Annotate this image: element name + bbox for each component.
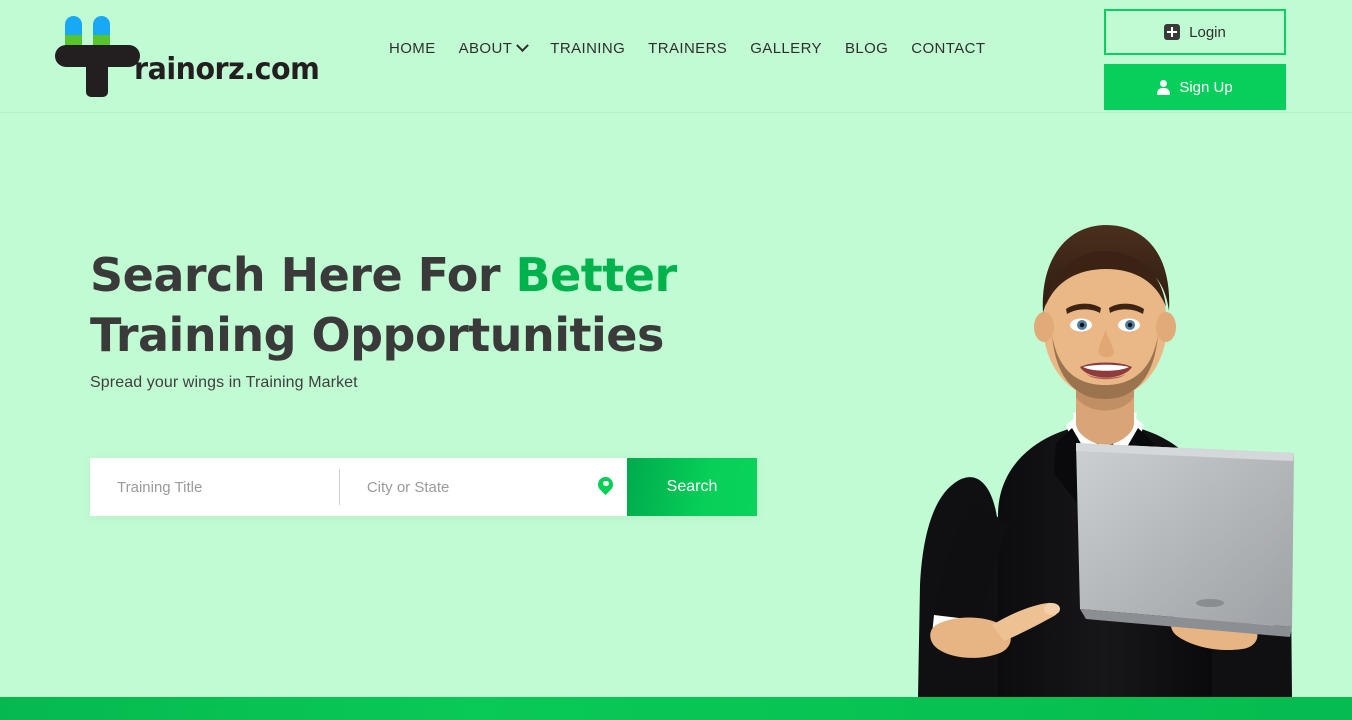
headline-line1-prefix: Search Here For [90, 248, 516, 302]
map-pin-icon [598, 477, 613, 498]
headline-accent-word: Better [515, 248, 678, 302]
search-bar: Search [90, 458, 757, 516]
nav-item-label: GALLERY [750, 40, 822, 57]
headline-line2: Training Opportunities [90, 308, 664, 362]
hero-image [880, 185, 1330, 697]
signup-button[interactable]: Sign Up [1104, 64, 1286, 110]
nav-item-label: HOME [389, 40, 436, 57]
nav-item-training[interactable]: TRAINING [550, 40, 648, 57]
user-icon [1157, 79, 1171, 95]
plug-stem-shape [86, 63, 108, 97]
plug-body-icon [55, 45, 140, 97]
training-title-field[interactable] [90, 458, 339, 516]
location-field[interactable] [339, 458, 585, 516]
nav-item-label: BLOG [844, 40, 889, 57]
main-navigation: HOME ABOUT TRAINING TRAINERS GALLERY BLO… [389, 39, 1008, 57]
nav-item-blog[interactable]: BLOG [845, 40, 911, 57]
nav-item-label: CONTACT [911, 40, 986, 57]
plus-square-icon [1164, 24, 1181, 40]
search-button-label: Search [666, 478, 718, 495]
logo-text: rainorz.com [134, 52, 320, 87]
nav-item-label: ABOUT [458, 40, 513, 57]
nav-item-gallery[interactable]: GALLERY [750, 40, 845, 57]
search-button[interactable]: Search [626, 458, 757, 516]
location-icon-wrap[interactable] [584, 458, 627, 516]
signup-button-label: Sign Up [1179, 78, 1233, 96]
nav-item-home[interactable]: HOME [389, 40, 459, 57]
page-title: Search Here For Better Training Opportun… [90, 245, 850, 365]
site-header: rainorz.com HOME ABOUT TRAINING TRAINERS… [0, 0, 1352, 113]
nav-item-label: TRAINERS [648, 40, 728, 57]
hero-subtitle: Spread your wings in Training Market [90, 374, 358, 391]
page-root: rainorz.com HOME ABOUT TRAINING TRAINERS… [0, 0, 1352, 720]
search-input-title[interactable] [90, 478, 339, 496]
bottom-accent-strip [0, 697, 1352, 720]
nav-item-contact[interactable]: CONTACT [911, 40, 1008, 57]
site-logo[interactable]: rainorz.com [55, 14, 320, 97]
nav-item-about[interactable]: ABOUT [458, 39, 551, 57]
chevron-down-icon [516, 39, 530, 53]
nav-item-trainers[interactable]: TRAINERS [648, 40, 750, 57]
login-button[interactable]: Login [1104, 9, 1286, 55]
auth-buttons: Login Sign Up [1104, 9, 1286, 110]
hero-section: Search Here For Better Training Opportun… [0, 113, 1352, 697]
nav-item-label: TRAINING [550, 40, 626, 57]
login-button-label: Login [1189, 23, 1226, 41]
search-input-location[interactable] [339, 478, 585, 496]
